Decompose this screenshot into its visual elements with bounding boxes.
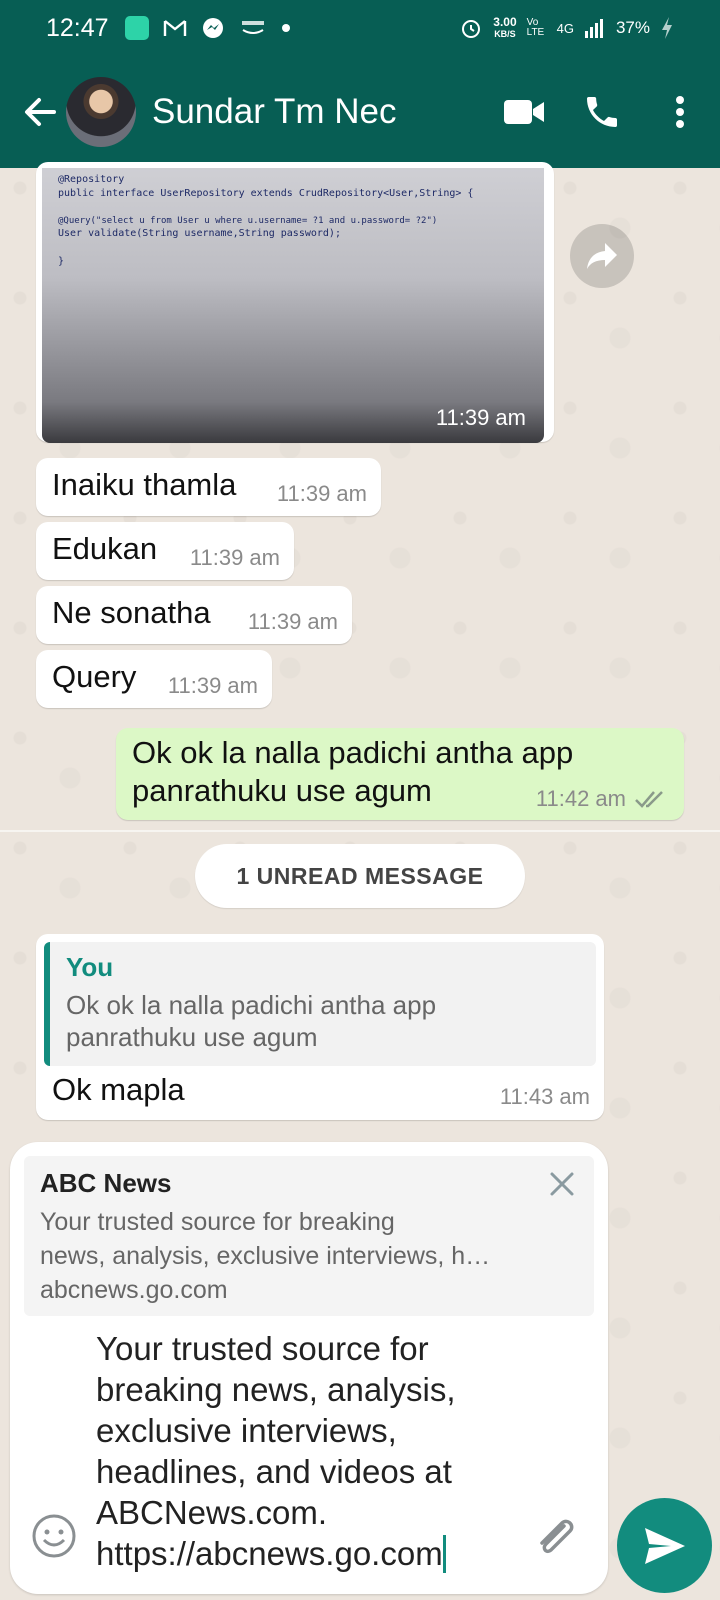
message-time: 11:43 am <box>499 1084 590 1109</box>
unread-messages-label: 1 UNREAD MESSAGE <box>195 844 525 908</box>
more-vert-icon <box>676 96 684 128</box>
code-line: public interface UserRepository extends … <box>58 188 474 199</box>
incoming-message[interactable]: Edukan 11:39 am <box>36 522 294 580</box>
quote-author: You <box>66 952 114 982</box>
voice-call-button[interactable] <box>570 80 634 144</box>
message-time: 11:39 am <box>167 673 258 698</box>
incoming-message[interactable]: Ne sonatha 11:39 am <box>36 586 352 644</box>
text-cursor <box>442 1535 446 1573</box>
link-preview-description: Your trusted source for breaking news, a… <box>40 1205 578 1273</box>
battery-percent: 37% <box>615 18 650 37</box>
notification-icons <box>124 16 291 40</box>
forward-icon <box>587 243 617 269</box>
message-input[interactable]: Your trusted source for breaking news, a… <box>96 1328 536 1580</box>
message-input-text: Your trusted source for breaking news, a… <box>96 1330 456 1572</box>
code-line: } <box>58 256 65 267</box>
message-text: Query <box>52 659 137 694</box>
signal-icon <box>584 19 603 38</box>
link-preview-desc-line: Your trusted source for breaking <box>40 1208 395 1236</box>
forward-button[interactable] <box>570 224 634 288</box>
message-text: Edukan <box>52 531 158 566</box>
link-preview-title: ABC News <box>40 1168 172 1198</box>
video-call-button[interactable] <box>492 80 556 144</box>
back-button[interactable] <box>12 84 68 140</box>
link-preview-desc-line: news, analysis, exclusive interviews, h… <box>40 1242 491 1270</box>
code-line: @Query("select u from User u where u.use… <box>58 216 438 226</box>
link-preview[interactable]: ABC News Your trusted source for breakin… <box>24 1156 594 1316</box>
status-bar: 12:47 3.00 KB/S Vo LTE 4G 37% <box>0 0 720 56</box>
outgoing-message[interactable]: Ok ok la nalla padichi antha app panrath… <box>116 728 684 820</box>
incoming-message[interactable]: Query 11:39 am <box>36 650 272 708</box>
incoming-message[interactable]: Inaiku thamla 11:39 am <box>36 458 381 516</box>
message-line: panrathuku use agum <box>132 773 432 808</box>
quote-text: Ok ok la nalla padichi antha app panrath… <box>66 989 580 1053</box>
status-time: 12:47 <box>46 13 109 42</box>
code-line: User validate(String username,String pas… <box>58 228 341 239</box>
network-speed: 3.00 KB/S <box>493 14 517 39</box>
message-text: Ne sonatha <box>52 595 211 630</box>
chat-header: Sundar Tm Nec <box>0 56 720 168</box>
avatar[interactable] <box>66 77 136 147</box>
dot-icon <box>281 24 290 32</box>
reply-message[interactable]: You Ok ok la nalla padichi antha app pan… <box>36 934 604 1120</box>
message-text: Inaiku thamla <box>52 467 237 502</box>
volte-label: Vo LTE <box>526 17 545 38</box>
unread-divider <box>0 830 720 832</box>
image-message[interactable]: @Repository public interface UserReposit… <box>36 162 554 443</box>
message-time: 11:42 am <box>535 786 626 811</box>
message-text: Ok mapla <box>52 1072 185 1107</box>
send-button[interactable] <box>617 1498 712 1593</box>
message-line: Ok ok la nalla padichi antha app <box>132 735 574 770</box>
close-preview-icon[interactable] <box>544 1166 580 1202</box>
network-type: 4G <box>556 20 574 36</box>
more-options-button[interactable] <box>648 80 712 144</box>
send-icon <box>644 1527 685 1564</box>
message-time: 11:39 am <box>247 609 338 634</box>
status-right: 3.00 KB/S Vo LTE 4G 37% <box>459 16 674 40</box>
gmail-icon <box>163 20 186 36</box>
message-time: 11:39 am <box>435 405 526 430</box>
link-preview-domain: abcnews.go.com <box>40 1276 228 1304</box>
double-check-icon <box>635 791 663 808</box>
quote-line: Ok ok la nalla padichi antha app <box>66 990 437 1020</box>
messenger-icon <box>202 18 223 38</box>
charging-icon <box>662 17 672 39</box>
code-line: @Repository <box>58 174 125 185</box>
message-time: 11:39 am <box>276 481 367 506</box>
back-arrow-icon <box>25 98 56 126</box>
amazon-icon <box>241 21 264 34</box>
phone-icon <box>587 97 617 127</box>
code-screenshot-image[interactable]: @Repository public interface UserReposit… <box>42 168 544 443</box>
quote-line: panrathuku use agum <box>66 1022 318 1052</box>
app-icon <box>124 16 149 40</box>
compose-box: ABC News Your trusted source for breakin… <box>10 1142 608 1594</box>
emoji-icon[interactable] <box>30 1512 78 1560</box>
video-call-icon <box>504 100 544 124</box>
message-time: 11:39 am <box>189 545 280 570</box>
contact-name[interactable]: Sundar Tm Nec <box>152 92 492 132</box>
attach-icon[interactable] <box>530 1512 580 1562</box>
message-text: Ok ok la nalla padichi antha app panrath… <box>132 734 573 810</box>
quoted-message[interactable]: You Ok ok la nalla padichi antha app pan… <box>44 942 596 1066</box>
alarm-icon <box>462 20 481 38</box>
